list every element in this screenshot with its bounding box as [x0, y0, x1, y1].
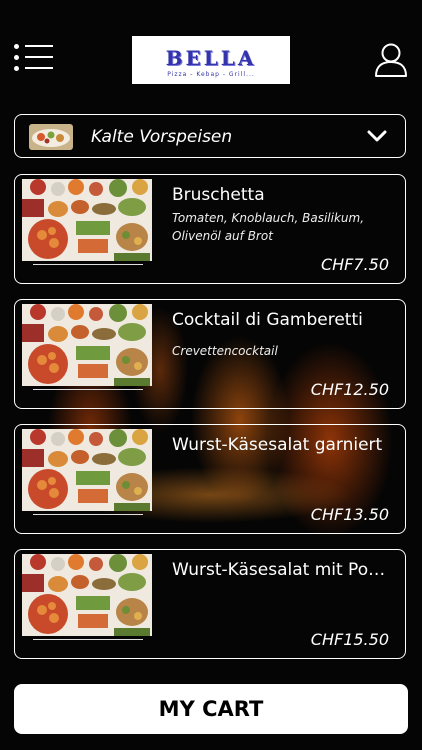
food-thumbnail [22, 304, 152, 386]
chevron-down-icon [367, 130, 387, 142]
item-price: CHF13.50 [310, 505, 389, 524]
item-title: Bruschetta [172, 185, 265, 205]
menu-icon[interactable] [14, 44, 54, 74]
item-price: CHF15.50 [310, 630, 389, 649]
food-thumbnail [22, 429, 152, 511]
menu-item[interactable]: Wurst-Käsesalat mit Pom... CHF15.50 [14, 549, 406, 659]
menu-item[interactable]: Bruschetta Tomaten, Knoblauch, Basilikum… [14, 174, 406, 284]
logo: BELLA Pizza - Kebap - Grill... [132, 36, 290, 84]
divider [33, 514, 143, 515]
food-thumbnail [22, 554, 152, 636]
menu-item[interactable]: Cocktail di Gamberetti Crevettencocktail… [14, 299, 406, 409]
logo-name: BELLA [165, 46, 257, 70]
item-description: Tomaten, Knoblauch, Basilikum, Olivenöl … [172, 211, 365, 243]
divider [33, 639, 143, 640]
item-title: Wurst-Käsesalat mit Pom... [172, 560, 394, 580]
my-cart-button[interactable]: MY CART [14, 684, 408, 734]
top-bar: BELLA Pizza - Kebap - Grill... [0, 0, 422, 105]
item-price: CHF7.50 [320, 255, 389, 274]
divider [33, 264, 143, 265]
item-title: Wurst-Käsesalat garniert [172, 435, 383, 455]
user-icon[interactable] [374, 42, 408, 78]
category-label: Kalte Vorspeisen [91, 127, 233, 147]
category-thumbnail [29, 124, 73, 150]
item-description: Crevettencocktail [172, 344, 278, 358]
divider [33, 389, 143, 390]
food-thumbnail [22, 179, 152, 261]
logo-tagline: Pizza - Kebap - Grill... [167, 71, 255, 78]
item-price: CHF12.50 [310, 380, 389, 399]
item-title: Cocktail di Gamberetti [172, 310, 363, 330]
menu-item[interactable]: Wurst-Käsesalat garniert CHF13.50 [14, 424, 406, 534]
category-dropdown[interactable]: Kalte Vorspeisen [14, 114, 406, 158]
